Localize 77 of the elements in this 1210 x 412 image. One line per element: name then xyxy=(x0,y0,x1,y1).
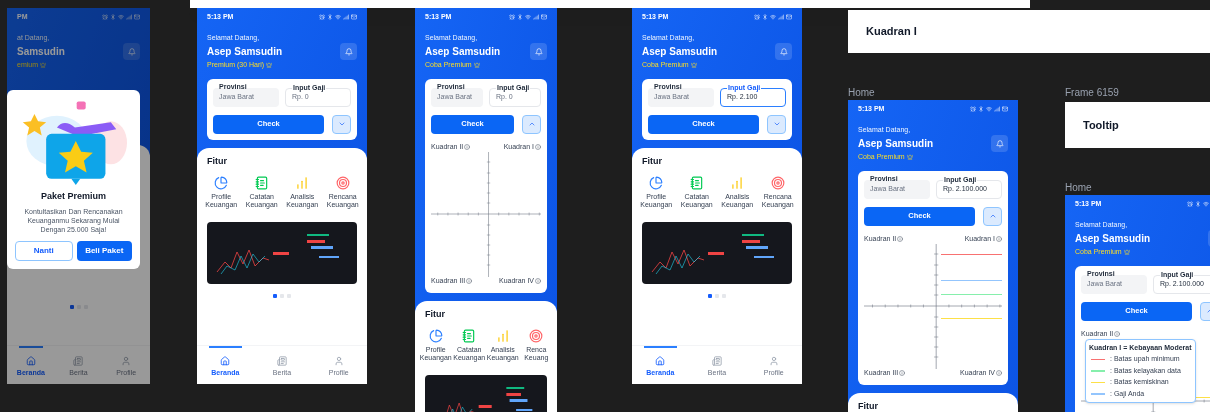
info-icon[interactable] xyxy=(464,143,471,150)
bar-chart-icon xyxy=(730,176,745,190)
expand-toggle-button[interactable] xyxy=(983,206,1002,226)
status-icons-drawing xyxy=(754,14,792,21)
dialog-title: Paket Premium xyxy=(41,190,106,203)
target-icon xyxy=(335,176,350,190)
info-icon[interactable] xyxy=(996,235,1002,242)
chevron-up-icon xyxy=(988,212,997,220)
newspaper-icon xyxy=(712,355,722,366)
user-name: Asep Samsudin xyxy=(425,45,501,59)
crown-icon xyxy=(906,154,913,161)
target-icon xyxy=(770,176,785,190)
bar-chart-icon xyxy=(295,176,310,190)
user-name: Samsudin xyxy=(17,45,65,59)
info-icon[interactable] xyxy=(897,235,904,242)
status-icons-drawing xyxy=(319,14,357,21)
info-icon[interactable] xyxy=(466,278,473,285)
notification-icon xyxy=(127,47,136,56)
dialog-button[interactable]: Nanti xyxy=(15,240,73,261)
pie-chart-icon xyxy=(428,329,443,343)
status-icons-drawing xyxy=(509,14,547,21)
crown-icon xyxy=(473,62,480,69)
section-title: Fitur xyxy=(641,154,663,168)
frame-title: Tooltip xyxy=(1083,117,1119,133)
notification-button[interactable] xyxy=(991,135,1008,152)
user-name: Asep Samsudin xyxy=(858,137,934,151)
pie-chart-icon xyxy=(649,176,664,190)
user-icon xyxy=(768,355,779,366)
section-title: Fitur xyxy=(424,307,446,321)
crown-icon xyxy=(40,62,46,69)
info-icon[interactable] xyxy=(535,278,541,285)
notebook-icon xyxy=(254,176,269,190)
frame-label: Home xyxy=(1065,181,1092,195)
expand-toggle-button[interactable] xyxy=(332,114,351,134)
notification-button[interactable] xyxy=(775,43,792,60)
frame-label: Home xyxy=(848,86,875,100)
notification-icon xyxy=(995,139,1004,148)
bar-chart-icon xyxy=(495,329,510,343)
pie-chart-icon xyxy=(214,176,229,190)
chevron-up-icon xyxy=(527,120,536,128)
user-name: Asep Samsudin xyxy=(207,45,283,59)
expand-toggle-button[interactable] xyxy=(767,114,786,134)
status-icons-drawing xyxy=(970,106,1008,113)
notification-icon xyxy=(344,47,353,56)
chevron-down-icon xyxy=(772,120,781,128)
dialog-button[interactable]: Beli Paket xyxy=(76,240,132,261)
chevron-down-icon xyxy=(337,120,346,128)
notification-icon xyxy=(534,47,543,56)
info-icon[interactable] xyxy=(899,370,906,377)
newspaper-icon xyxy=(73,355,84,366)
user-icon xyxy=(333,355,344,366)
frame-label: Frame 6159 xyxy=(1065,86,1119,100)
home-icon xyxy=(220,355,231,366)
notification-button[interactable] xyxy=(530,43,547,60)
info-icon[interactable] xyxy=(535,143,541,150)
user-icon xyxy=(121,355,132,366)
crown-icon xyxy=(1123,249,1130,256)
target-icon xyxy=(529,329,544,343)
crown-icon xyxy=(690,62,697,69)
user-name: Asep Samsudin xyxy=(642,45,718,59)
info-icon[interactable] xyxy=(996,370,1002,377)
expand-toggle-button[interactable] xyxy=(522,114,541,134)
newspaper-icon xyxy=(277,355,287,366)
info-icon[interactable] xyxy=(1114,330,1121,337)
frame-title: Kuadran I xyxy=(866,24,917,40)
home-icon xyxy=(655,355,666,366)
section-title: Fitur xyxy=(857,399,879,412)
status-icons-drawing xyxy=(1187,201,1210,208)
crown-icon xyxy=(266,62,273,69)
notification-button[interactable] xyxy=(340,43,357,60)
status-icons-drawing xyxy=(102,14,140,21)
notebook-icon xyxy=(462,329,477,343)
section-title: Fitur xyxy=(206,154,228,168)
user-name: Asep Samsudin xyxy=(1075,232,1151,246)
notebook-icon xyxy=(689,176,704,190)
home-icon xyxy=(25,355,36,366)
notification-icon xyxy=(779,47,788,56)
